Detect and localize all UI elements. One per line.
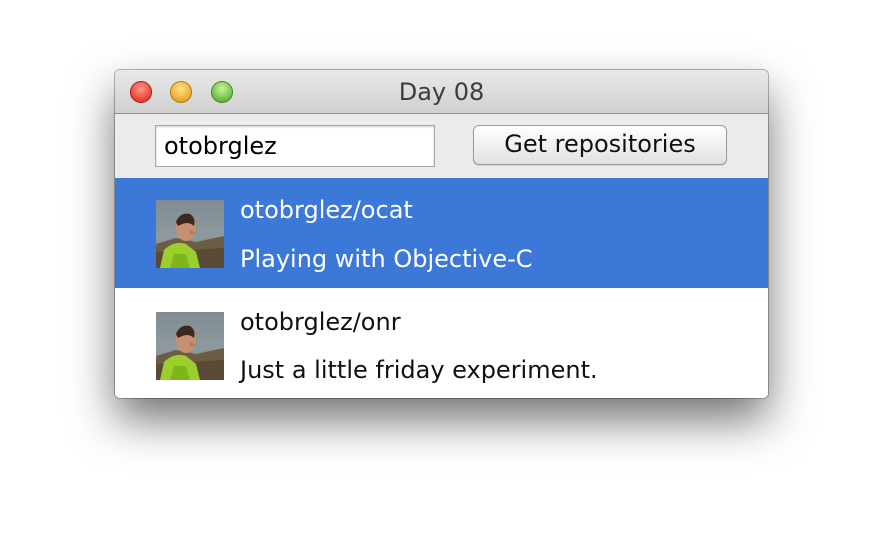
repository-description: Playing with Objective-C	[240, 245, 533, 273]
window-title: Day 08	[398, 78, 485, 106]
repository-list: otobrglez/ocat Playing with Objective-C	[115, 178, 768, 398]
desktop: Day 08 Get repositories	[0, 0, 882, 556]
avatar	[156, 312, 224, 380]
toolbar: Get repositories	[115, 114, 768, 178]
list-item[interactable]: otobrglez/onr Just a little friday exper…	[115, 288, 768, 398]
repository-name: otobrglez/ocat	[240, 196, 413, 224]
title-bar[interactable]: Day 08	[115, 70, 768, 114]
username-input[interactable]	[155, 125, 435, 167]
repository-name: otobrglez/onr	[240, 308, 401, 336]
list-item[interactable]: otobrglez/ocat Playing with Objective-C	[115, 178, 768, 288]
avatar	[156, 200, 224, 268]
repository-description: Just a little friday experiment.	[240, 356, 598, 384]
get-repositories-button[interactable]: Get repositories	[473, 125, 727, 165]
app-window: Day 08 Get repositories	[115, 70, 768, 398]
